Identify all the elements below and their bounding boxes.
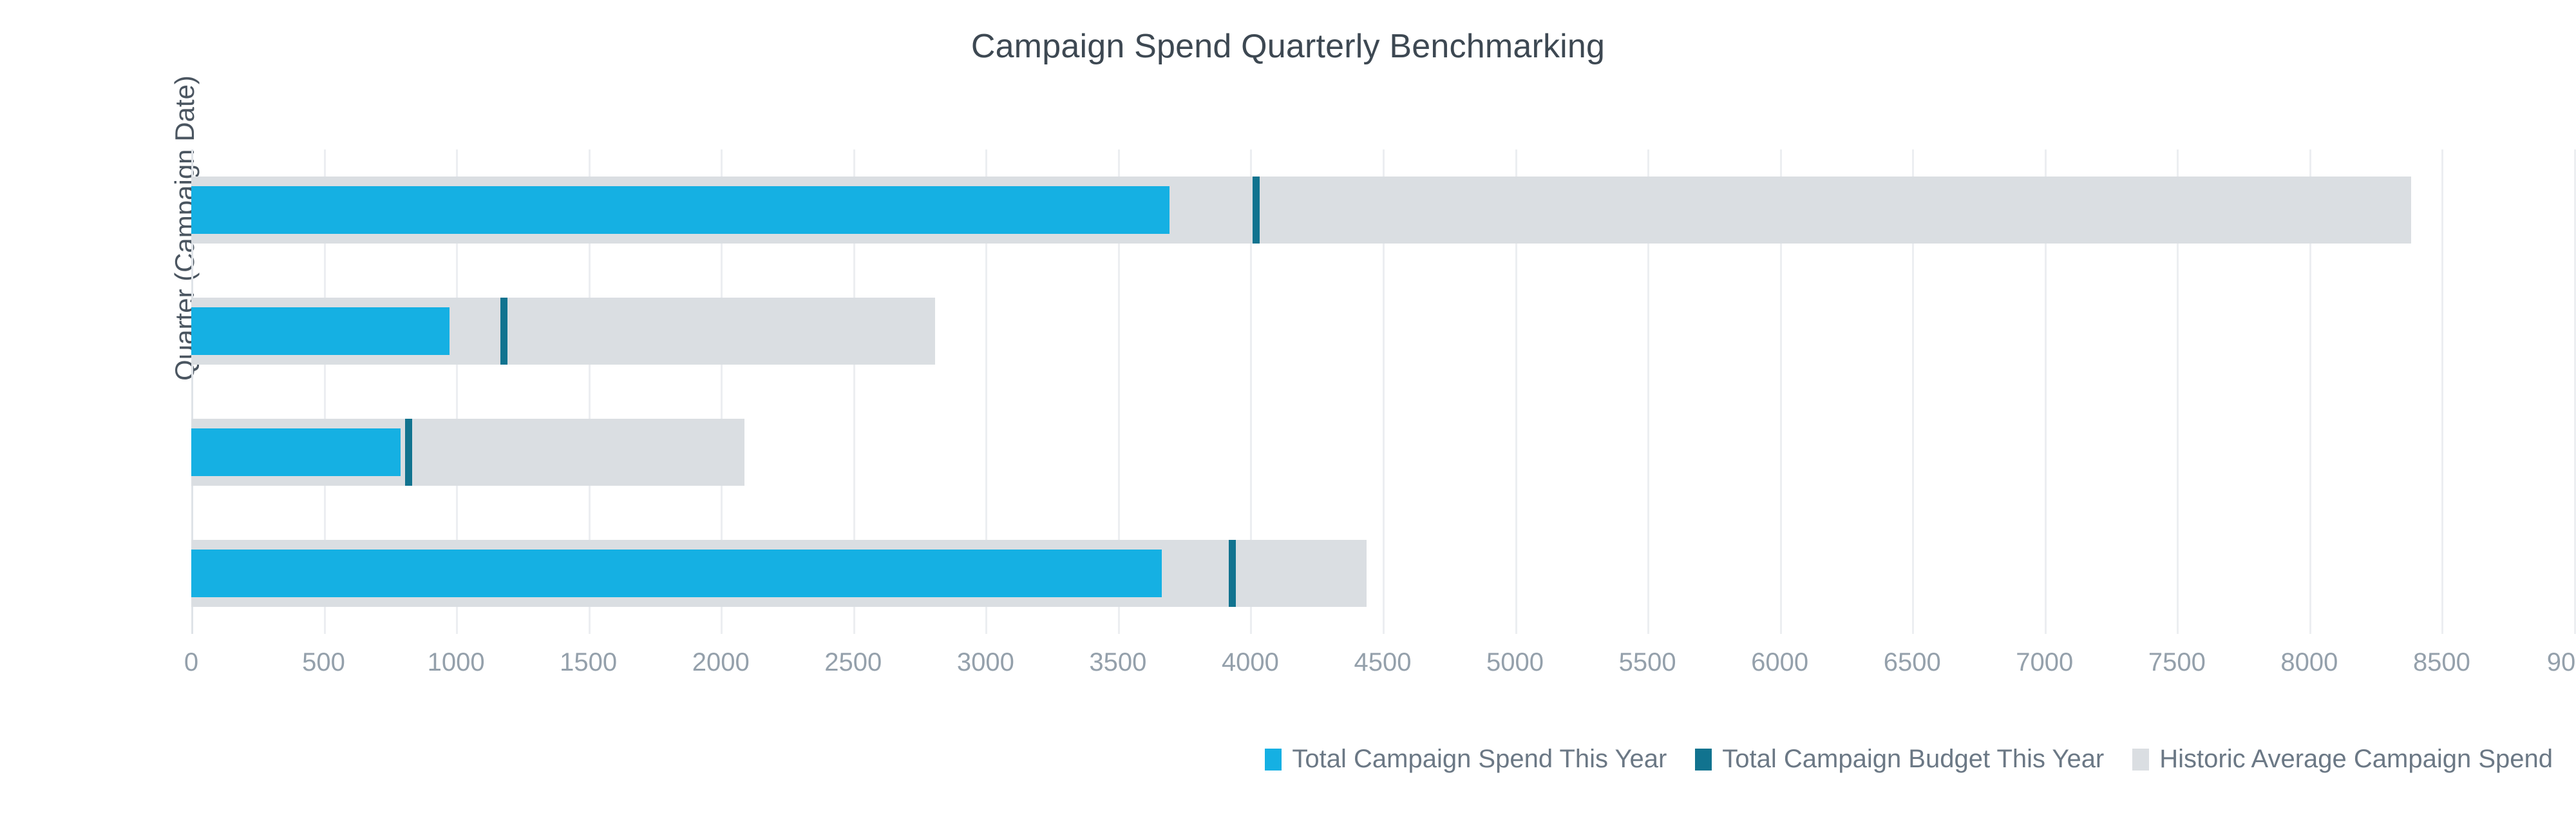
legend-label: Total Campaign Spend This Year [1292,745,1667,773]
x-axis-tick-label: 0 [184,648,199,676]
budget-target-marker[interactable] [1252,177,1260,244]
chart-legend: Total Campaign Spend This Year Total Camp… [0,745,2576,774]
legend-item[interactable]: Total Campaign Budget This Year [1695,745,2104,774]
x-axis-tick-label: 4500 [1354,648,1412,676]
x-axis-tick-label: 90… [2546,648,2576,676]
x-axis-tick-label: 1000 [427,648,485,676]
x-axis-tick-label: 8000 [2280,648,2338,676]
budget-target-marker[interactable] [405,419,413,486]
x-axis-tick-label: 2000 [692,648,750,676]
x-axis-tick-label: 7000 [2016,648,2074,676]
spend-bar[interactable] [191,428,401,476]
spend-bar[interactable] [191,550,1162,597]
budget-target-marker[interactable] [500,298,508,365]
plot-area [191,149,2576,634]
legend-item[interactable]: Total Campaign Spend This Year [1265,745,1667,774]
legend-label: Total Campaign Budget This Year [1722,745,2105,773]
spend-bar[interactable] [191,186,1170,234]
x-axis-tick-label: 5500 [1618,648,1676,676]
spend-bar[interactable] [191,307,450,355]
x-axis-tick-label: 7500 [2148,648,2206,676]
x-axis-tick-label: 8500 [2412,648,2470,676]
x-axis-tick-label: 500 [302,648,345,676]
legend-swatch-icon [1695,748,1712,771]
x-axis-tick-label: 6000 [1751,648,1809,676]
legend-swatch-icon [1265,748,1282,771]
x-axis-tick-label: 1500 [560,648,618,676]
x-axis-tick-label: 2500 [824,648,882,676]
legend-label: Historic Average Campaign Spend [2159,745,2553,773]
chart-root: Campaign Spend Quarterly Benchmarking Qu… [0,0,2576,833]
gridline [2441,149,2444,634]
legend-item[interactable]: Historic Average Campaign Spend [2132,745,2553,774]
x-axis-tick-label: 3500 [1089,648,1147,676]
x-axis-tick-label: 6500 [1883,648,1941,676]
legend-swatch-icon [2132,748,2150,771]
chart-title: Campaign Spend Quarterly Benchmarking [971,28,1605,65]
x-axis-tick-label: 4000 [1221,648,1279,676]
budget-target-marker[interactable] [1228,540,1236,607]
x-axis-tick-label: 5000 [1486,648,1544,676]
x-axis-tick-label: 3000 [956,648,1014,676]
